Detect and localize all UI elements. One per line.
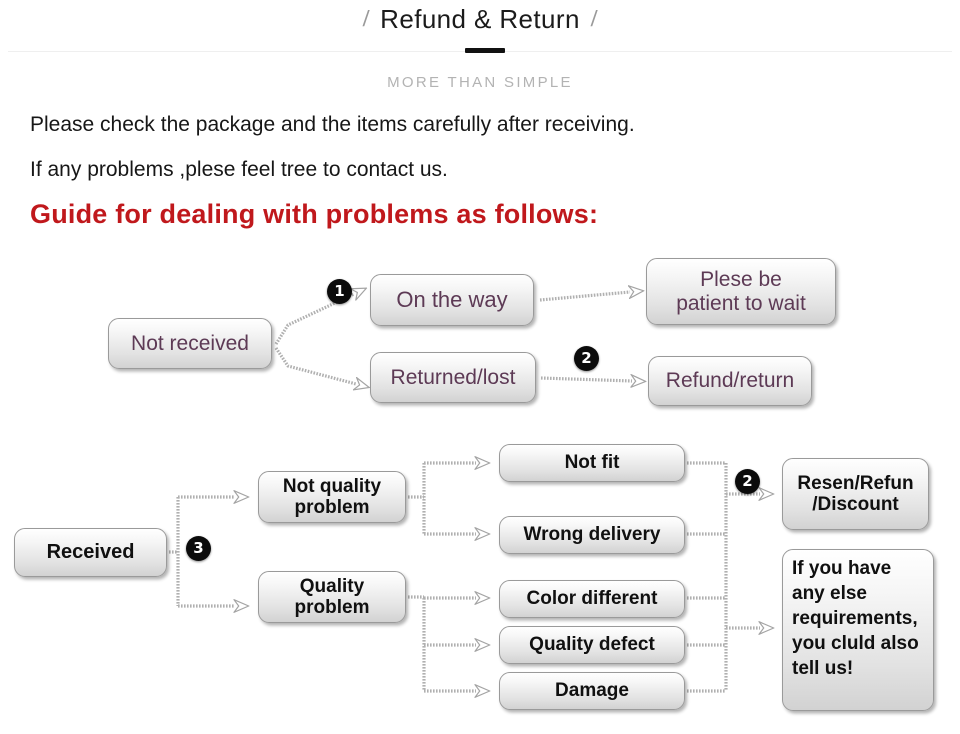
node-please-be-patient[interactable]: Plese be patient to wait — [646, 258, 836, 325]
node-not-fit[interactable]: Not fit — [499, 444, 685, 482]
node-refund-return[interactable]: Refund/return — [648, 356, 812, 406]
node-resend-refund-discount[interactable]: Resen/Refun /Discount — [782, 458, 929, 530]
step-badge-2-alt: 2 — [735, 469, 760, 494]
node-color-different[interactable]: Color different — [499, 580, 685, 618]
node-on-the-way[interactable]: On the way — [370, 274, 534, 326]
node-label: Not quality problem — [277, 476, 387, 519]
node-label-line-2: patient to wait — [676, 291, 806, 315]
node-label: Wrong delivery — [523, 524, 661, 546]
node-quality-defect[interactable]: Quality defect — [499, 626, 685, 664]
node-label: Color different — [526, 588, 658, 610]
node-label: Not fit — [564, 452, 620, 474]
node-label: Resen/Refun /Discount — [791, 473, 919, 516]
node-received[interactable]: Received — [14, 528, 167, 577]
node-wrong-delivery[interactable]: Wrong delivery — [499, 516, 685, 554]
node-label-line-1: Resen/Refun — [797, 472, 914, 494]
node-damage[interactable]: Damage — [499, 672, 685, 710]
node-label-line-1: Plese be — [700, 267, 782, 291]
node-label-line-2: problem — [294, 597, 370, 618]
node-label: Quality problem — [289, 576, 376, 619]
node-not-received[interactable]: Not received — [108, 318, 272, 369]
node-label-line-2: /Discount — [812, 494, 899, 515]
node-label: Received — [46, 541, 135, 564]
step-badge-2: 2 — [574, 346, 599, 371]
node-label: If you have any else requirements, you c… — [783, 550, 919, 681]
node-label: Not received — [131, 331, 249, 355]
node-label-line-1: Not quality — [282, 475, 382, 497]
node-label: Damage — [555, 680, 629, 702]
node-quality-problem[interactable]: Quality problem — [258, 571, 406, 623]
node-label-line-1: Quality — [299, 575, 365, 597]
node-returned-lost[interactable]: Returned/lost — [370, 352, 536, 403]
flowchart: Not received On the way Returned/lost Pl… — [0, 0, 960, 734]
node-label-line-2: any else — [792, 583, 867, 605]
node-label: Plese be patient to wait — [670, 268, 812, 315]
node-label: Returned/lost — [390, 365, 516, 389]
node-label-line-5: tell us! — [792, 658, 854, 680]
node-label-line-4: you cluld also — [792, 633, 919, 655]
node-label-line-3: requirements, — [792, 608, 918, 630]
node-label-line-2: problem — [294, 497, 370, 518]
node-label: Refund/return — [665, 369, 795, 393]
step-badge-3: 3 — [186, 536, 211, 561]
node-label-line-1: If you have — [792, 558, 892, 579]
node-label: Quality defect — [529, 634, 655, 656]
node-label: On the way — [396, 286, 508, 312]
node-not-quality-problem[interactable]: Not quality problem — [258, 471, 406, 523]
step-badge-1: 1 — [327, 279, 352, 304]
node-if-you-have-requirements[interactable]: If you have any else requirements, you c… — [782, 549, 934, 711]
